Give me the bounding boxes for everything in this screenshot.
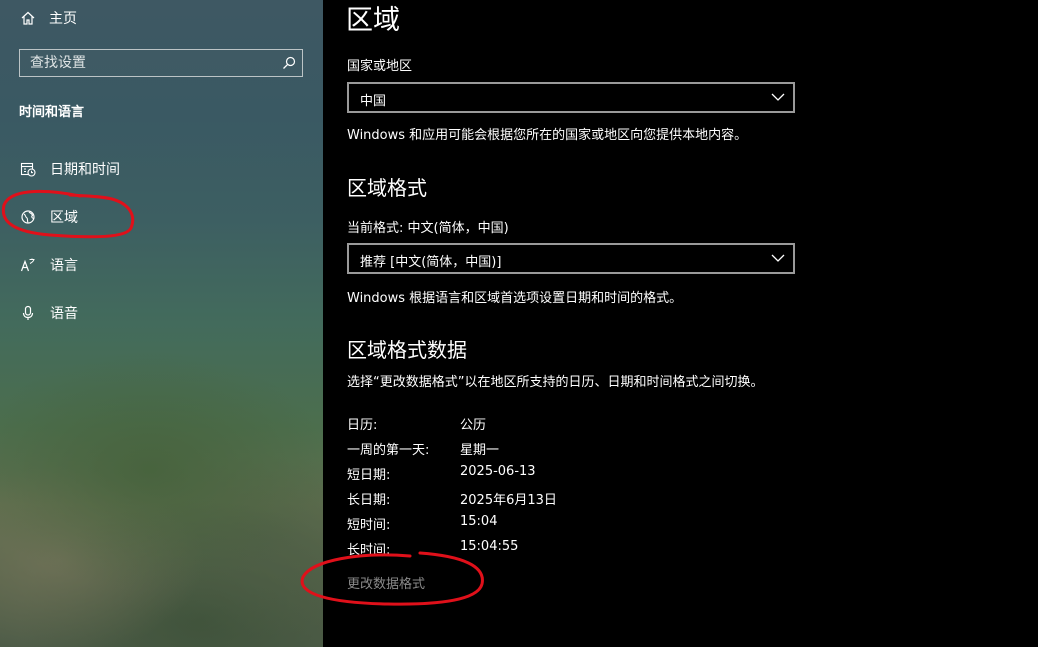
sidebar-home[interactable]: 主页 [20,8,77,28]
format-description: Windows 根据语言和区域首选项设置日期和时间的格式。 [347,291,683,306]
format-row-key: 长时间: [347,543,391,558]
format-dropdown-value: 推荐 [中文(简体，中国)] [360,255,502,270]
format-row-key: 长日期: [347,493,391,508]
sidebar-item-date-time[interactable]: 日期和时间 [20,158,120,180]
current-format-label: 当前格式: 中文(简体，中国) [347,221,509,236]
chevron-down-icon [771,93,785,101]
sidebar-section-title: 时间和语言 [19,105,85,120]
microphone-icon [22,305,34,320]
format-heading: 区域格式 [347,176,427,200]
format-row-key: 日历: [347,418,378,433]
format-data-heading: 区域格式数据 [347,338,467,362]
format-row-value: 15:04:55 [460,539,519,554]
format-row-key: 短日期: [347,468,391,483]
language-icon [20,258,35,272]
search-box[interactable] [19,49,303,77]
calendar-clock-icon [20,162,36,177]
format-data-description: 选择“更改数据格式”以在地区所支持的日历、日期和时间格式之间切换。 [347,375,764,390]
sidebar-item-label: 日期和时间 [50,162,120,178]
sidebar-item-label: 语音 [50,306,78,322]
home-icon [21,11,35,25]
format-row-value: 公历 [460,418,487,433]
sidebar-item-speech[interactable]: 语音 [20,302,78,324]
page-title: 区域 [346,5,400,36]
main-content: 区域 国家或地区 中国 Windows 和应用可能会根据您所在的国家或地区向您提… [323,0,1038,647]
country-dropdown-value: 中国 [360,94,387,109]
format-row-value: 15:04 [460,514,498,529]
sidebar-item-label: 语言 [50,258,78,274]
sidebar-item-region[interactable]: 区域 [20,206,78,228]
format-row-value: 2025年6月13日 [460,493,557,508]
search-icon[interactable] [282,56,296,70]
format-row-key: 一周的第一天: [347,443,430,458]
settings-window: 主页 时间和语言 日期和时间 [0,0,1038,647]
chevron-down-icon [771,254,785,262]
sidebar-item-language[interactable]: 语言 [20,254,78,276]
globe-icon [21,210,35,224]
sidebar-item-label: 区域 [50,210,78,226]
format-row-key: 短时间: [347,518,391,533]
format-row-value: 2025-06-13 [460,464,536,479]
sidebar: 主页 时间和语言 日期和时间 [0,0,323,647]
country-dropdown[interactable]: 中国 [347,82,795,113]
search-input[interactable] [20,50,270,76]
country-label: 国家或地区 [347,59,413,74]
format-row-value: 星期一 [460,443,500,458]
change-data-format-link[interactable]: 更改数据格式 [347,573,425,592]
country-description: Windows 和应用可能会根据您所在的国家或地区向您提供本地内容。 [347,128,748,143]
format-dropdown[interactable]: 推荐 [中文(简体，中国)] [347,243,795,274]
sidebar-home-label: 主页 [49,11,77,27]
